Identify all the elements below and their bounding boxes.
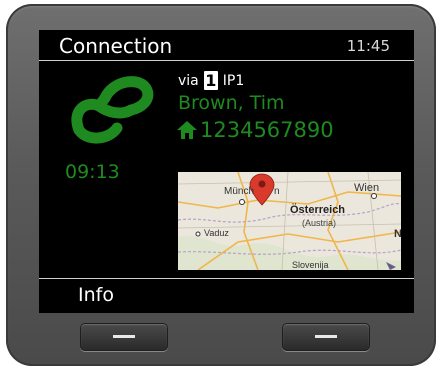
phone-number-row: 1234567890 [176, 118, 334, 142]
display-screen: Connection 11:45 09:13 via 1 IP1 Brown, … [39, 30, 414, 313]
softkey-bar: Info [39, 278, 414, 313]
home-icon [177, 121, 197, 139]
right-softkey-button[interactable] [282, 323, 370, 351]
call-duration: 09:13 [65, 161, 120, 183]
line-name: IP1 [222, 72, 245, 89]
right-softkey-bar [315, 335, 337, 338]
page-title: Connection [59, 34, 173, 58]
softkey-info-label: Info [78, 284, 114, 306]
location-map[interactable]: Münch n Wien Österreich (Austria) Vaduz … [178, 172, 401, 270]
title-bar: Connection 11:45 [39, 30, 414, 61]
via-label: via [178, 72, 199, 89]
map-label-austria: (Austria) [302, 218, 337, 228]
clock: 11:45 [346, 37, 390, 55]
map-label-wien: Wien [354, 182, 380, 194]
map-label-slovenija: Slovenija [292, 260, 329, 270]
map-label-munchen: Münch [224, 186, 255, 197]
left-softkey-bar [113, 335, 135, 338]
map-label-edge-n: N [394, 228, 401, 240]
phone-number: 1234567890 [200, 118, 334, 142]
map-label-vaduz: Vaduz [204, 228, 229, 238]
handset-icon [71, 76, 154, 144]
map-label-munchen-tail: n [274, 186, 280, 197]
map-label-osterreich: Österreich [290, 204, 346, 216]
line-number-badge: 1 [203, 71, 218, 90]
caller-name: Brown, Tim [178, 92, 285, 114]
via-line-row: via 1 IP1 [178, 71, 244, 90]
left-softkey-button[interactable] [80, 323, 168, 351]
